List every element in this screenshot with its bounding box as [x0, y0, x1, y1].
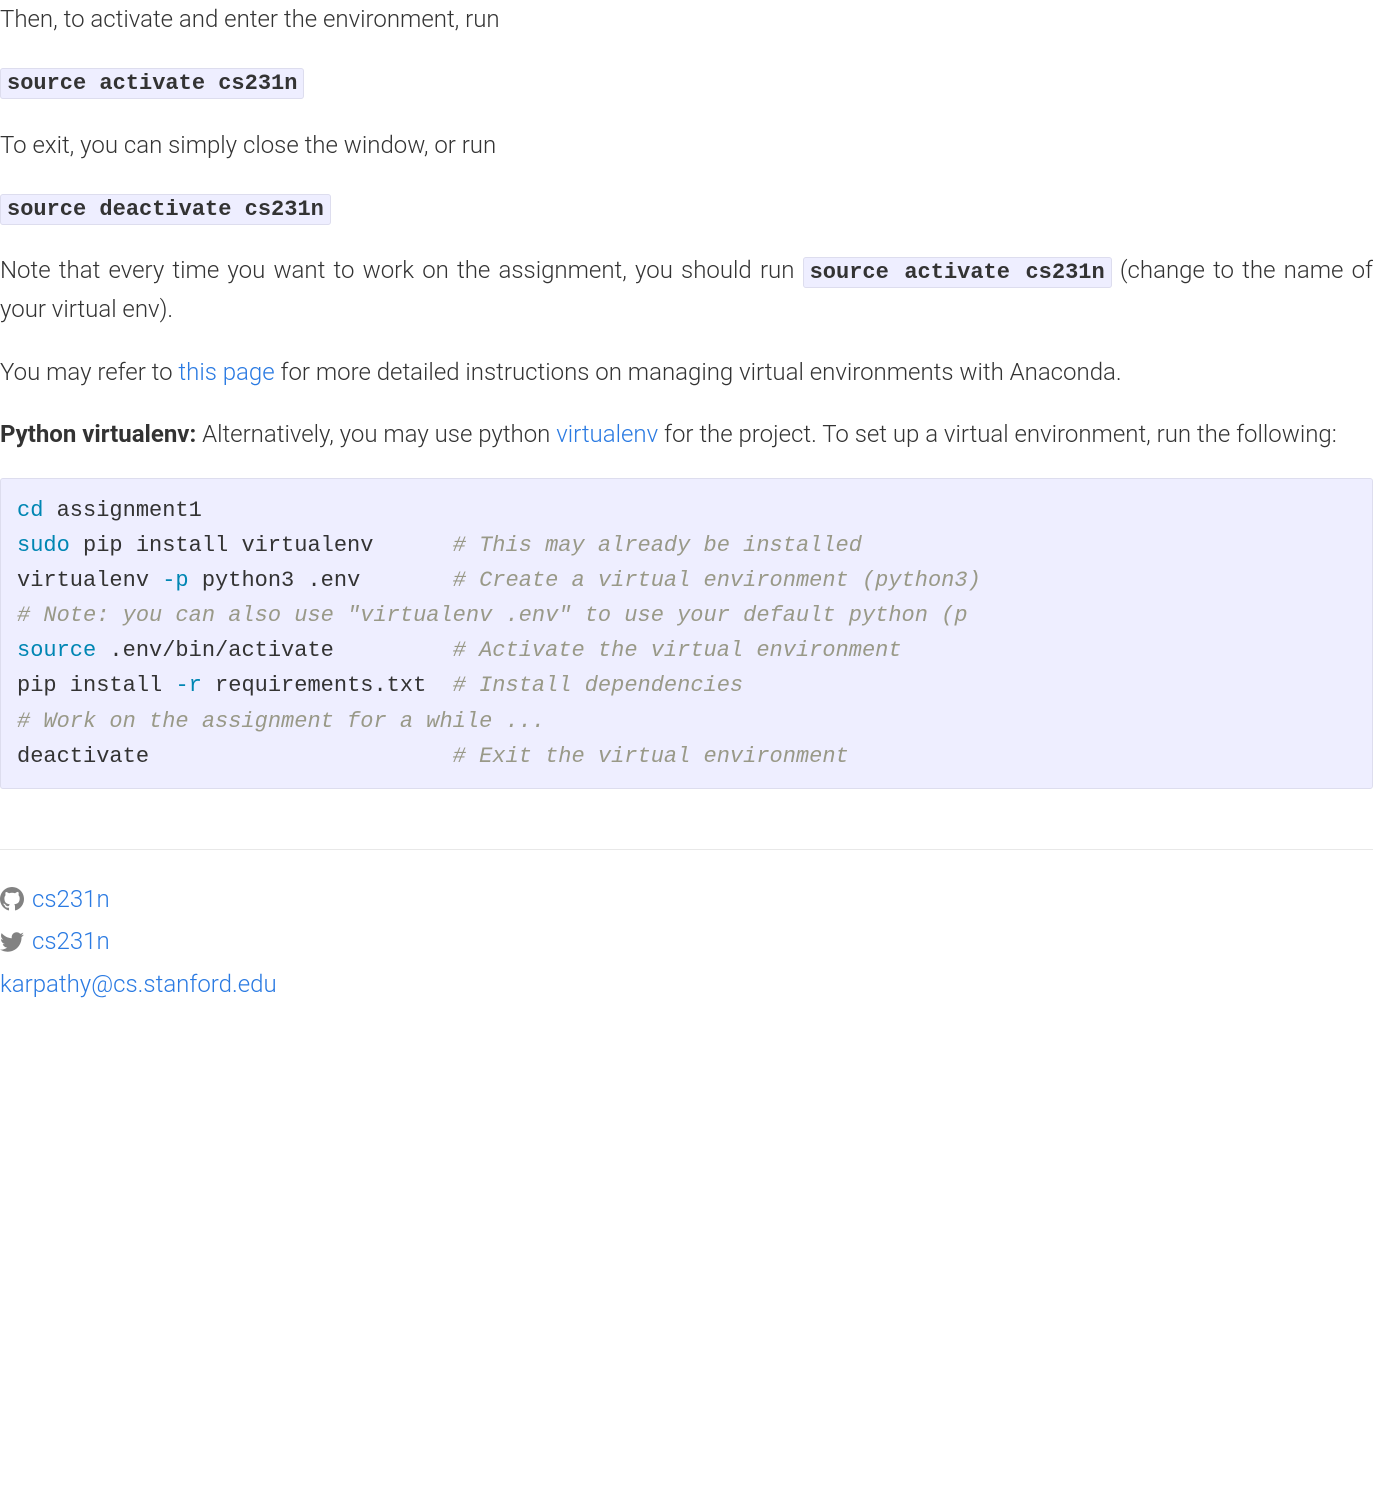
virtualenv-before: Alternatively, you may use python: [196, 420, 556, 448]
txt-l3b: python3 .env: [189, 568, 453, 593]
twitter-link[interactable]: cs231n: [32, 922, 110, 960]
code-deactivate-wrapper: source deactivate cs231n: [0, 188, 1373, 227]
paragraph-virtualenv: Python virtualenv: Alternatively, you ma…: [0, 415, 1373, 453]
paragraph-refer: You may refer to this page for more deta…: [0, 353, 1373, 391]
twitter-icon: [0, 930, 24, 954]
kw-cd: cd: [17, 498, 57, 523]
kw-sudo: sudo: [17, 533, 83, 558]
cmt-l4: # Note: you can also use "virtualenv .en…: [17, 603, 968, 628]
paragraph-note: Note that every time you want to work on…: [0, 251, 1373, 329]
code-deactivate: source deactivate cs231n: [0, 194, 331, 225]
note-text-before: Note that every time you want to work on…: [0, 256, 803, 284]
link-this-page[interactable]: this page: [178, 358, 274, 386]
code-activate: source activate cs231n: [0, 68, 304, 99]
footer-links: cs231n cs231n karpathy@cs.stanford.edu: [0, 880, 1373, 1003]
cmt-l2: # This may already be installed: [453, 533, 862, 558]
cmt-l5: # Activate the virtual environment: [453, 638, 902, 663]
code-block-virtualenv: cd assignment1 sudo pip install virtuale…: [0, 478, 1373, 790]
txt-l2: pip install virtualenv: [83, 533, 453, 558]
virtualenv-after: for the project. To set up a virtual env…: [658, 420, 1337, 448]
txt-l3a: virtualenv: [17, 568, 162, 593]
code-activate-wrapper: source activate cs231n: [0, 62, 1373, 101]
footer-link-github: cs231n: [0, 880, 1373, 918]
refer-before: You may refer to: [0, 358, 178, 386]
paragraph-activate: Then, to activate and enter the environm…: [0, 0, 1373, 38]
cmt-l7: # Work on the assignment for a while ...: [17, 709, 545, 734]
paragraph-exit: To exit, you can simply close the window…: [0, 126, 1373, 164]
refer-after: for more detailed instructions on managi…: [275, 358, 1122, 386]
footer-link-twitter: cs231n: [0, 922, 1373, 960]
cmt-l3: # Create a virtual environment (python3): [453, 568, 981, 593]
flag-l3: -p: [162, 568, 188, 593]
link-virtualenv[interactable]: virtualenv: [556, 420, 658, 448]
txt-l6b: requirements.txt: [202, 673, 453, 698]
txt-l1: assignment1: [57, 498, 202, 523]
github-link[interactable]: cs231n: [32, 880, 110, 918]
kw-source: source: [17, 638, 109, 663]
cmt-l8: # Exit the virtual environment: [453, 744, 849, 769]
cmt-l6: # Install dependencies: [453, 673, 743, 698]
txt-l5: .env/bin/activate: [109, 638, 452, 663]
divider: [0, 849, 1373, 850]
txt-l6a: pip install: [17, 673, 175, 698]
email-link[interactable]: karpathy@cs.stanford.edu: [0, 965, 277, 1003]
txt-l8: deactivate: [17, 744, 453, 769]
code-note: source activate cs231n: [803, 257, 1112, 288]
virtualenv-heading: Python virtualenv:: [0, 420, 196, 448]
footer-link-email: karpathy@cs.stanford.edu: [0, 965, 1373, 1003]
flag-l6: -r: [175, 673, 201, 698]
github-icon: [0, 887, 24, 911]
